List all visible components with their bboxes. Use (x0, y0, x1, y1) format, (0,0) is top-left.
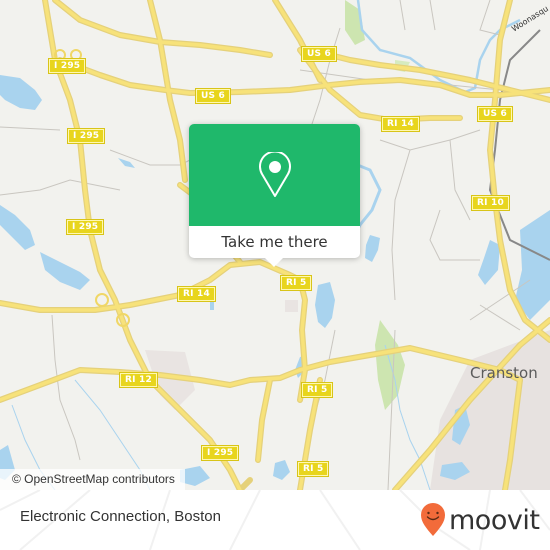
route-shield-i295: I 295 (66, 128, 106, 144)
moovit-smiley-pin-icon (421, 503, 445, 536)
route-shield-ri10: RI 10 (471, 195, 510, 211)
lake (0, 205, 35, 250)
route-shield-ri5: RI 5 (300, 382, 334, 398)
route-shield-ri14: RI 14 (177, 286, 216, 302)
route-shield-ri5: RI 5 (296, 461, 330, 477)
take-me-there-button[interactable]: Take me there (189, 228, 360, 256)
location-pin-icon (259, 152, 291, 197)
park-area (375, 320, 405, 410)
lake (515, 210, 550, 320)
route-shield-i295: I 295 (65, 219, 105, 235)
route-shield-ri5: RI 5 (279, 275, 313, 291)
footer-bar: Electronic Connection, Boston moovit (0, 490, 550, 550)
pond (273, 460, 290, 480)
route-shield-us6: US 6 (477, 106, 513, 122)
destination-popup[interactable]: Take me there (189, 124, 360, 267)
map-view[interactable]: I 295 I 295 I 295 I 295 US 6 US 6 US 6 R… (0, 0, 550, 490)
lake (365, 235, 380, 262)
pond (118, 158, 135, 168)
route-shield-ri14: RI 14 (381, 116, 420, 132)
urban-area (285, 300, 298, 312)
lake (40, 252, 90, 290)
route-shield-ri12: RI 12 (119, 372, 158, 388)
lake (0, 75, 42, 110)
city-label-cranston: Cranston (470, 364, 538, 382)
route-shield-i295: I 295 (200, 445, 240, 461)
lake (478, 240, 500, 285)
popup-pointer (265, 258, 283, 267)
route-shield-us6: US 6 (301, 46, 337, 62)
moovit-wordmark: moovit (449, 504, 540, 536)
map-attribution[interactable]: © OpenStreetMap contributors (0, 469, 185, 490)
lake (315, 282, 335, 328)
route-shield-i295: I 295 (47, 58, 87, 74)
route-shield-us6: US 6 (195, 88, 231, 104)
moovit-logo[interactable]: moovit (420, 500, 540, 540)
popup-header (189, 124, 360, 226)
place-name: Electronic Connection, Boston (20, 508, 221, 525)
